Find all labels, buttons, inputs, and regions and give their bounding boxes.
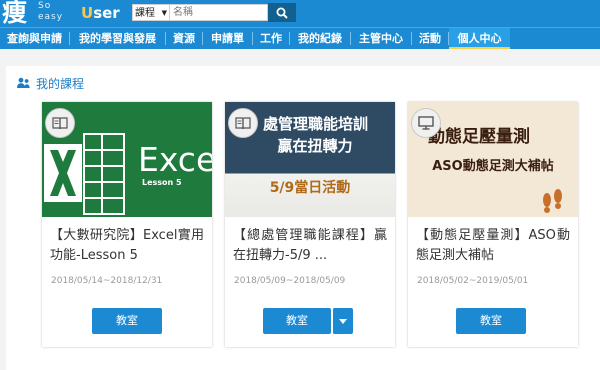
course-thumbnail[interactable]: 動態足壓量測 ASO動態足測大補帖 [408,102,578,217]
thumb-line-1: 動態足壓量測 [428,127,530,147]
thumb-line-2: 贏在扭轉力 [277,137,353,155]
thumb-line-3: 5/9當日活動 [269,180,351,196]
thumb-line-2: ASO動態足測大補帖 [432,159,554,174]
course-type-badge [228,108,258,138]
nav-item-learning[interactable]: 我的學習與發展 [70,28,165,49]
footprints-icon [543,189,562,213]
search-category-value: 課程 [135,8,155,19]
course-dates: 2018/05/14~2018/12/31 [51,276,163,286]
nav-item-manager[interactable]: 主管中心 [351,28,411,49]
section-title: 我的課程 [36,77,85,91]
search-input[interactable] [170,4,268,21]
logo-sub-2: easy [38,12,64,22]
course-card[interactable]: 動態足壓量測 ASO動態足測大補帖 【動態足壓量測】ASO動態足測大補帖 201… [408,102,578,347]
classroom-button[interactable]: 教室 [263,308,331,334]
users-icon [17,77,30,88]
search-button[interactable] [268,3,296,22]
caret-down-icon [339,318,347,324]
user-logo-u: U [81,4,94,22]
book-icon [235,117,251,130]
nav-item-search-apply[interactable]: 查詢與申請 [0,28,69,49]
nav-item-events[interactable]: 活動 [412,28,448,49]
course-type-badge [45,108,75,138]
nav-item-records[interactable]: 我的紀錄 [290,28,350,49]
course-dates: 2018/05/09~2018/05/09 [234,276,346,286]
more-options-button[interactable] [332,308,353,334]
thumb-word: Excel [138,140,212,179]
logo-subtext: So easy [38,1,72,23]
nav-item-resources[interactable]: 資源 [166,28,202,49]
user-logo-rest: ser [93,4,120,22]
course-thumbnail[interactable]: 處管理職能培訓 贏在扭轉力 5/9當日活動 [225,102,395,217]
logo[interactable]: 痩 [2,0,36,26]
nav-item-personal[interactable]: 個人中心 [449,28,510,49]
classroom-button[interactable]: 教室 [92,308,162,334]
course-dates: 2018/05/02~2019/05/01 [417,276,529,286]
top-bar: 痩 So easy User 課程 ▼ [0,0,600,27]
monitor-icon [418,116,434,130]
magnifier-icon [276,7,288,19]
course-title[interactable]: 【大數研究院】Excel實用功能-Lesson 5 [50,226,204,266]
course-card[interactable]: 處管理職能培訓 贏在扭轉力 5/9當日活動 【總處管理職能課程】贏在扭轉力-5/… [225,102,395,347]
nav-item-forms[interactable]: 申請單 [203,28,252,49]
thumb-line-1: 處管理職能培訓 [263,115,369,133]
course-title[interactable]: 【總處管理職能課程】贏在扭轉力-5/9 ... [233,226,387,266]
course-title[interactable]: 【動態足壓量測】ASO動態足測大補帖 [416,226,570,266]
logo-sub-1: So [38,1,52,11]
nav-item-work[interactable]: 工作 [253,28,289,49]
main-nav: 查詢與申請 我的學習與發展 資源 申請單 工作 我的紀錄 主管中心 活動 個人中… [0,27,600,49]
course-card[interactable]: Excel Lesson 5 【大數研究院】Excel實用功能-Lesson 5… [42,102,212,347]
thumb-sub: Lesson 5 [142,178,182,187]
book-icon [52,117,68,130]
chevron-down-icon: ▼ [161,9,167,17]
classroom-button[interactable]: 教室 [456,308,526,334]
user-logo: User [81,4,120,22]
course-thumbnail[interactable]: Excel Lesson 5 [42,102,212,217]
search-category-select[interactable]: 課程 ▼ [132,4,170,21]
course-type-badge [411,108,441,138]
